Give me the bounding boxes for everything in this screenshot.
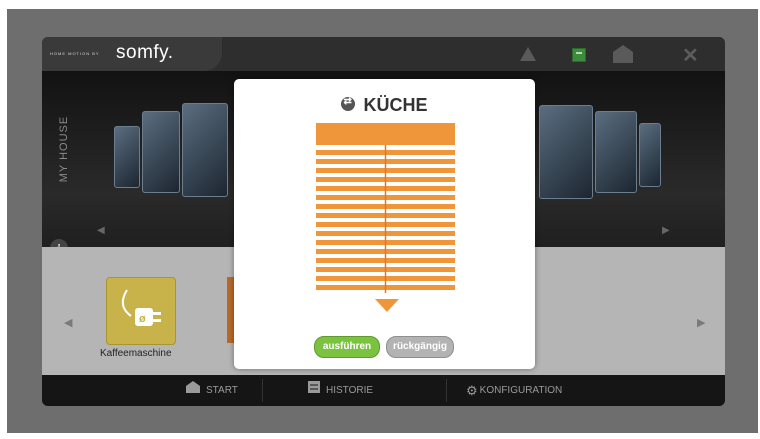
- header-bar: HOME MOTION BY somfy. ✕: [42, 37, 725, 71]
- devices-prev-arrow[interactable]: ◀: [64, 316, 72, 329]
- my-house-label: MY HOUSE: [58, 115, 70, 183]
- swap-icon: [341, 96, 356, 112]
- dialog-title: KÜCHE: [234, 95, 535, 116]
- room-dialog: KÜCHE ausführen rückgängig: [234, 79, 535, 369]
- undo-button[interactable]: rückgängig: [386, 336, 454, 358]
- house-panel[interactable]: [539, 105, 593, 199]
- house-panel[interactable]: [142, 111, 180, 193]
- network-icon[interactable]: [572, 48, 586, 62]
- brand-tagline: HOME MOTION BY: [50, 51, 100, 56]
- nav-history-label: HISTORIE: [326, 385, 374, 397]
- history-icon: [308, 375, 320, 406]
- house-panel[interactable]: [639, 123, 661, 187]
- nav-configuration[interactable]: ⚙ KONFIGURATION: [466, 375, 562, 406]
- execute-button[interactable]: ausführen: [314, 336, 380, 358]
- nav-start[interactable]: START: [186, 375, 238, 406]
- house-prev-arrow[interactable]: ◀: [97, 225, 105, 236]
- gear-icon: ⚙: [466, 383, 478, 398]
- somfy-logo: somfy.: [116, 42, 174, 63]
- nav-configuration-label: KONFIGURATION: [479, 385, 563, 397]
- device-label: Kaffeemaschine: [100, 348, 172, 359]
- house-panel[interactable]: [182, 103, 228, 197]
- home-icon: [186, 375, 200, 406]
- svg-text:ø: ø: [139, 313, 146, 325]
- home-icon[interactable]: [613, 45, 633, 63]
- plug-icon: ø: [121, 289, 161, 326]
- house-panel[interactable]: [595, 111, 637, 193]
- nav-history[interactable]: HISTORIE: [308, 375, 373, 406]
- nav-start-label: START: [206, 385, 238, 397]
- nav-divider: [446, 379, 447, 402]
- down-arrow-icon[interactable]: [375, 299, 399, 312]
- blind-slider[interactable]: [316, 123, 455, 293]
- dialog-title-text: KÜCHE: [363, 95, 428, 115]
- coffee-machine-tile[interactable]: ø: [106, 277, 176, 345]
- warning-icon[interactable]: [520, 47, 536, 61]
- devices-next-arrow[interactable]: ▶: [697, 316, 705, 329]
- house-next-arrow[interactable]: ▶: [662, 225, 670, 236]
- bottom-nav: START HISTORIE ⚙ KONFIGURATION: [42, 375, 725, 406]
- house-panel[interactable]: [114, 126, 140, 188]
- close-icon[interactable]: ✕: [682, 43, 699, 67]
- nav-divider: [262, 379, 263, 402]
